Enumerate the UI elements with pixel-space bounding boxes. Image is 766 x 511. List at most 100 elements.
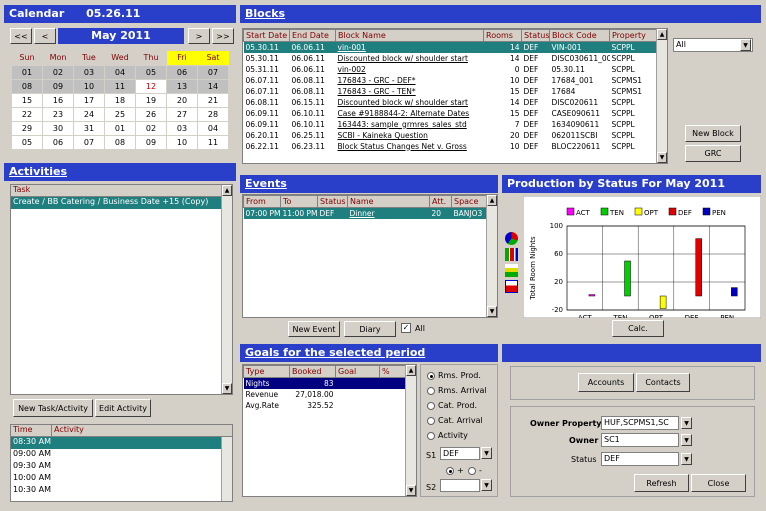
calendar-day[interactable]: 18 — [104, 92, 136, 108]
calendar-day[interactable]: 01 — [11, 64, 43, 80]
table-row[interactable]: 06.22.11 06.23.11 Block Status Changes Net… — [244, 141, 658, 152]
chevron-down-icon[interactable]: ▼ — [681, 434, 692, 446]
blocks-scrollbar[interactable]: ▲ ▼ — [656, 29, 667, 163]
scroll-down-icon[interactable]: ▼ — [657, 152, 667, 163]
grc-button[interactable]: GRC — [685, 145, 741, 162]
calendar-day[interactable]: 24 — [73, 106, 105, 122]
table-row[interactable]: 05.30.11 06.06.11 vin-001 14 DEF VIN-001 SCPPL — [243, 41, 658, 53]
line-chart-icon[interactable] — [505, 280, 518, 293]
goal-option-radio[interactable] — [427, 387, 435, 395]
calendar-day[interactable]: 11 — [197, 134, 229, 150]
area-chart-icon[interactable] — [505, 264, 518, 277]
calendar-day[interactable]: 09 — [42, 78, 74, 94]
column-header[interactable]: Status — [317, 195, 348, 208]
scroll-down-icon[interactable]: ▼ — [406, 485, 416, 496]
column-header[interactable]: Name — [347, 195, 430, 208]
column-header[interactable]: Block Name — [335, 29, 484, 42]
calendar-day[interactable]: 25 — [104, 106, 136, 122]
column-header[interactable]: To — [280, 195, 318, 208]
table-row[interactable]: 05.30.11 06.06.11 Discounted block w/ shou… — [244, 53, 658, 64]
calendar-day[interactable]: 21 — [197, 92, 229, 108]
time-row[interactable]: 09:00 AM — [11, 449, 221, 461]
scroll-down-icon[interactable]: ▼ — [487, 306, 497, 317]
column-header[interactable]: End Date — [289, 29, 336, 42]
next-month-button[interactable]: > — [188, 28, 210, 44]
table-row[interactable]: 06.07.11 06.08.11 176843 - GRC - TEN* 15 DEF… — [244, 86, 658, 97]
column-header[interactable]: Booked — [289, 365, 336, 378]
scroll-up-icon[interactable]: ▲ — [222, 185, 232, 196]
events-scrollbar[interactable]: ▲ ▼ — [486, 195, 497, 317]
calendar-day[interactable]: 13 — [166, 78, 198, 94]
scroll-down-icon[interactable]: ▼ — [222, 383, 232, 394]
time-scrollbar[interactable] — [221, 437, 232, 501]
calendar-day[interactable]: 05 — [11, 134, 43, 150]
calendar-day[interactable]: 03 — [73, 64, 105, 80]
calendar-day[interactable]: 10 — [73, 78, 105, 94]
calendar-day[interactable]: 29 — [11, 120, 43, 136]
prev-month-button[interactable]: < — [34, 28, 56, 44]
calendar-day[interactable]: 22 — [11, 106, 43, 122]
column-header[interactable]: Space — [451, 195, 488, 208]
chevron-down-icon[interactable]: ▼ — [740, 39, 751, 51]
chevron-down-icon[interactable]: ▼ — [681, 453, 692, 465]
table-row[interactable]: 06.08.11 06.15.11 Discounted block w/ shou… — [244, 97, 658, 108]
table-row[interactable]: 06.09.11 06.10.11 163443: sample_grmres_sa… — [244, 119, 658, 130]
calendar-day[interactable]: 10 — [166, 134, 198, 150]
edit-activity-button[interactable]: Edit Activity — [95, 399, 151, 417]
table-row[interactable]: 06.07.11 06.08.11 176843 - GRC - DEF* 10 DEF… — [244, 75, 658, 86]
calendar-day[interactable]: 15 — [11, 92, 43, 108]
calendar-day[interactable]: 08 — [11, 78, 43, 94]
accounts-button[interactable]: Accounts — [578, 373, 634, 392]
calendar-day[interactable]: 04 — [104, 64, 136, 80]
chevron-down-icon[interactable]: ▼ — [481, 479, 492, 491]
goals-scrollbar[interactable]: ▲ ▼ — [405, 365, 416, 496]
scroll-up-icon[interactable]: ▲ — [487, 195, 497, 206]
new-task-button[interactable]: New Task/Activity — [13, 399, 93, 417]
goal-option-radio[interactable] — [427, 432, 435, 440]
calendar-day[interactable]: 26 — [135, 106, 167, 122]
calendar-day[interactable]: 02 — [135, 120, 167, 136]
pie-chart-icon[interactable] — [505, 232, 518, 245]
scroll-up-icon[interactable]: ▲ — [657, 29, 667, 40]
calendar-day[interactable]: 17 — [73, 92, 105, 108]
scroll-up-icon[interactable]: ▲ — [406, 365, 416, 376]
diary-button[interactable]: Diary — [344, 321, 396, 337]
calendar-day[interactable]: 19 — [135, 92, 167, 108]
table-row[interactable]: Avg.Rate 325.52 — [244, 400, 407, 411]
calendar-day[interactable]: 31 — [73, 120, 105, 136]
goal-option-radio[interactable] — [427, 402, 435, 410]
column-header[interactable]: Type — [243, 365, 290, 378]
refresh-button[interactable]: Refresh — [634, 474, 689, 492]
column-header[interactable]: Start Date — [243, 29, 290, 42]
owner-field[interactable]: SC1 — [601, 433, 679, 447]
calendar-day[interactable]: 09 — [135, 134, 167, 150]
s2-select[interactable] — [440, 479, 480, 492]
calendar-day[interactable]: 06 — [166, 64, 198, 80]
calendar-day[interactable]: 20 — [166, 92, 198, 108]
task-row[interactable]: Create / BB Catering / Business Date +15… — [11, 197, 221, 209]
calendar-day[interactable]: 23 — [42, 106, 74, 122]
calendar-day[interactable]: 01 — [104, 120, 136, 136]
status-field[interactable]: DEF — [601, 452, 679, 466]
calendar-day[interactable]: 16 — [42, 92, 74, 108]
minus-radio[interactable] — [468, 467, 476, 475]
calendar-day[interactable]: 30 — [42, 120, 74, 136]
calc-button[interactable]: Calc. — [612, 320, 664, 337]
time-row[interactable]: 10:30 AM — [11, 485, 221, 497]
calendar-day[interactable]: 11 — [104, 78, 136, 94]
task-scrollbar[interactable]: ▲ ▼ — [221, 185, 232, 394]
goal-option-radio[interactable] — [427, 417, 435, 425]
new-block-button[interactable]: New Block — [685, 125, 741, 142]
column-header[interactable]: Property — [609, 29, 658, 42]
calendar-day[interactable]: 08 — [104, 134, 136, 150]
table-row[interactable]: 07:00 PM 11:00 PM DEF Dinner 20 BANJO3 — [243, 207, 488, 219]
goal-option-radio[interactable] — [427, 372, 435, 380]
calendar-day[interactable]: 04 — [197, 120, 229, 136]
calendar-day[interactable]: 07 — [197, 64, 229, 80]
calendar-day[interactable]: 06 — [42, 134, 74, 150]
calendar-day[interactable]: 28 — [197, 106, 229, 122]
s1-select[interactable]: DEF — [440, 447, 480, 460]
column-header[interactable]: Status — [521, 29, 550, 42]
owner-property-field[interactable]: HUF,SCPMS1,SC — [601, 416, 679, 430]
table-row[interactable]: 05.31.11 06.06.11 vin-002 0 DEF 05.30.11 SCPPL — [244, 64, 658, 75]
